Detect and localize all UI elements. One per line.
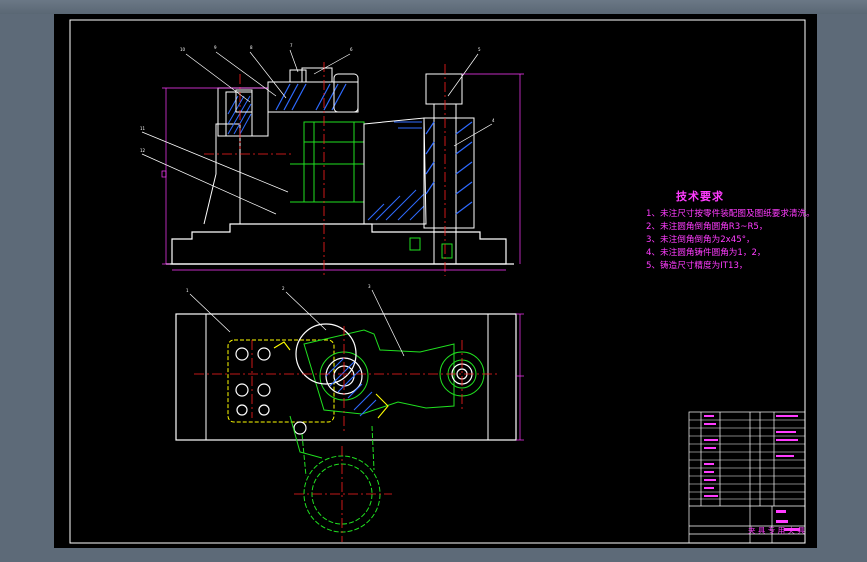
svg-text:11: 11 — [140, 126, 146, 131]
svg-text:4: 4 — [492, 118, 495, 123]
note-2: 2、未注圆角倒角圆角R3~R5， — [646, 222, 768, 232]
svg-text:8: 8 — [250, 45, 253, 50]
note-4: 4、未注圆角铸件圆角为1，2， — [646, 248, 766, 258]
svg-text:2: 2 — [282, 286, 285, 291]
svg-text:5: 5 — [478, 47, 481, 52]
svg-text:12: 12 — [140, 148, 146, 153]
drawing-border — [69, 19, 806, 544]
note-5: 5、铸造尺寸精度为IT13， — [646, 261, 748, 271]
note-3: 3、未注倒角倒角为2x45°， — [646, 235, 755, 245]
cad-drawing: 10 9 8 7 6 5 4 11 12 1 2 3 — [69, 19, 806, 544]
note-1: 1、未注尺寸按零件装配图及图纸要求清洗。 — [646, 209, 815, 219]
svg-text:1: 1 — [186, 288, 189, 293]
plan-view: 1 2 3 — [175, 284, 524, 542]
svg-text:3: 3 — [368, 284, 371, 289]
title-block-name: 夹 具 专 用 夹 具 — [748, 526, 805, 535]
callout-10: 10 — [180, 47, 186, 52]
drawing-canvas: 10 9 8 7 6 5 4 11 12 1 2 3 技术要求 1、未注尺寸按零… — [54, 14, 817, 548]
elevation-view: 10 9 8 7 6 5 4 11 12 — [140, 43, 524, 276]
viewer-chrome — [0, 0, 867, 14]
svg-text:7: 7 — [290, 43, 293, 48]
svg-text:6: 6 — [350, 47, 353, 52]
title-block — [688, 411, 806, 544]
svg-text:9: 9 — [214, 45, 217, 50]
tech-requirements-title: 技术要求 — [676, 190, 724, 203]
